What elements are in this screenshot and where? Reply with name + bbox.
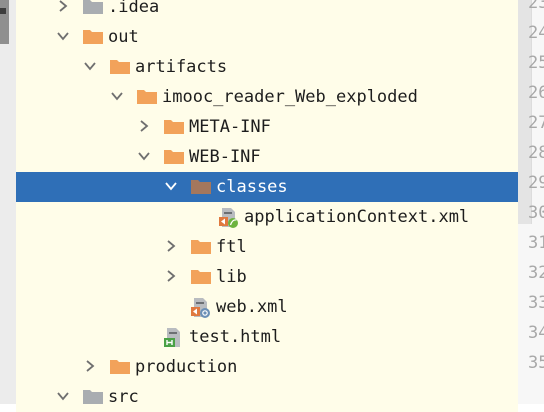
tree-item-label: WEB-INF bbox=[189, 147, 261, 167]
folder-gray-icon bbox=[82, 0, 103, 17]
tool-strip-tab[interactable] bbox=[0, 0, 9, 44]
line-number: 26 bbox=[528, 83, 544, 103]
folder-orange-icon bbox=[163, 117, 184, 137]
line-number: 28 bbox=[528, 143, 544, 163]
chevron-right-icon[interactable] bbox=[56, 0, 70, 13]
chevron-right-icon[interactable] bbox=[164, 239, 178, 253]
line-number: 32 bbox=[528, 263, 544, 283]
tool-strip-mark bbox=[0, 8, 6, 14]
tree-item-label: .idea bbox=[108, 0, 160, 17]
chevron-down-icon[interactable] bbox=[110, 89, 124, 103]
html-file-icon bbox=[163, 327, 183, 347]
line-number: 29 bbox=[528, 173, 544, 193]
tree-row-ftl[interactable]: ftl bbox=[16, 232, 518, 262]
tree-item-label: classes bbox=[216, 177, 288, 197]
line-number: 25 bbox=[528, 53, 544, 73]
folder-gray-icon bbox=[82, 387, 103, 407]
tree-row-idea[interactable]: .idea bbox=[16, 0, 518, 22]
tree-row-production[interactable]: production bbox=[16, 352, 518, 382]
tree-item-label: test.html bbox=[189, 327, 282, 347]
chevron-right-icon[interactable] bbox=[137, 119, 151, 133]
folder-orange-icon bbox=[190, 267, 211, 287]
project-tree: .idea out artifacts imooc_reader_Web_exp… bbox=[16, 0, 518, 412]
tree-row-lib[interactable]: lib bbox=[16, 262, 518, 292]
tree-item-label: lib bbox=[216, 267, 247, 287]
tree-item-label: ftl bbox=[216, 237, 247, 257]
spring-xml-file-icon bbox=[218, 207, 238, 228]
line-number: 34 bbox=[528, 323, 544, 343]
chevron-right-icon[interactable] bbox=[164, 269, 178, 283]
tree-row-web-xml[interactable]: web.xml bbox=[16, 292, 518, 322]
line-number: 35 bbox=[528, 353, 544, 373]
folder-orange-icon bbox=[136, 87, 157, 107]
line-number: 30 bbox=[528, 203, 544, 223]
folder-brown-icon bbox=[190, 177, 211, 197]
line-number: 27 bbox=[528, 113, 544, 133]
tree-item-label: src bbox=[108, 387, 139, 407]
tree-row-artifacts[interactable]: artifacts bbox=[16, 52, 518, 82]
chevron-down-icon[interactable] bbox=[137, 149, 151, 163]
web-xml-file-icon bbox=[190, 297, 210, 318]
line-number: 33 bbox=[528, 293, 544, 313]
tree-item-label: META-INF bbox=[189, 117, 271, 137]
chevron-down-icon[interactable] bbox=[56, 29, 70, 43]
tree-row-out[interactable]: out bbox=[16, 22, 518, 52]
line-number: 24 bbox=[528, 23, 544, 43]
tree-row-application-context-xml[interactable]: applicationContext.xml bbox=[16, 202, 518, 232]
folder-orange-icon bbox=[163, 147, 184, 167]
tree-row-test-html[interactable]: test.html bbox=[16, 322, 518, 352]
tree-item-label: web.xml bbox=[216, 297, 288, 317]
tree-item-label: artifacts bbox=[135, 57, 228, 77]
tree-item-label: out bbox=[108, 27, 139, 47]
folder-orange-icon bbox=[109, 57, 130, 77]
chevron-down-icon[interactable] bbox=[56, 389, 70, 403]
tree-item-label: production bbox=[135, 357, 238, 377]
line-number: 31 bbox=[528, 233, 544, 253]
tree-row-meta-inf[interactable]: META-INF bbox=[16, 112, 518, 142]
chevron-down-icon[interactable] bbox=[83, 59, 97, 73]
tree-row-classes[interactable]: classes bbox=[16, 172, 518, 202]
folder-orange-icon bbox=[190, 237, 211, 257]
left-tool-strip bbox=[0, 0, 17, 404]
tree-row-imooc-reader-web-exploded[interactable]: imooc_reader_Web_exploded bbox=[16, 82, 518, 112]
tree-item-label: imooc_reader_Web_exploded bbox=[162, 87, 418, 107]
tree-item-label: applicationContext.xml bbox=[244, 207, 470, 227]
chevron-right-icon[interactable] bbox=[83, 359, 97, 373]
folder-orange-icon bbox=[82, 27, 103, 47]
folder-orange-icon bbox=[109, 357, 130, 377]
tree-row-web-inf[interactable]: WEB-INF bbox=[16, 142, 518, 172]
line-number: 23 bbox=[528, 0, 544, 13]
tree-row-src[interactable]: src bbox=[16, 382, 518, 412]
chevron-down-icon[interactable] bbox=[164, 179, 178, 193]
